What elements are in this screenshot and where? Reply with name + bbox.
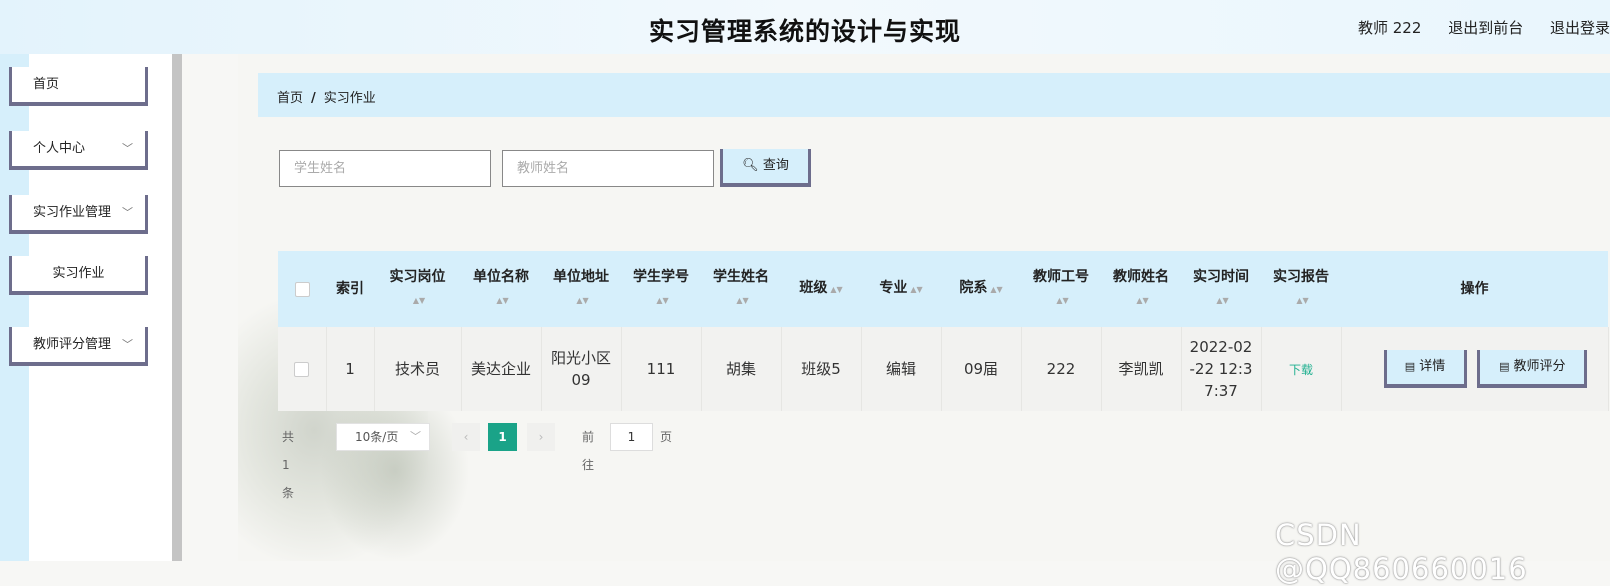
cell-time: 2022-02-22 12:37:37 bbox=[1181, 327, 1262, 411]
cell-student-no: 111 bbox=[621, 327, 702, 411]
pagination-total: 共 1 条 bbox=[282, 430, 295, 500]
page-size-select[interactable]: 10条/页 ﹀ bbox=[336, 423, 430, 451]
sort-icon[interactable]: ▲▼ bbox=[830, 285, 842, 294]
teacher-rating-button[interactable]: ▤ 教师评分 bbox=[1477, 350, 1588, 388]
sidebar-item-label: 首页 bbox=[33, 77, 60, 92]
goto-prefix: 前往 bbox=[582, 430, 595, 472]
column-header[interactable]: 专业 ▲▼ bbox=[861, 251, 941, 327]
cell-department: 09届 bbox=[941, 327, 1022, 411]
breadcrumb-separator: / bbox=[311, 91, 316, 106]
page-number-current[interactable]: 1 bbox=[488, 423, 517, 451]
back-to-front-link[interactable]: 退出到前台 bbox=[1448, 19, 1523, 37]
column-header: 索引 bbox=[326, 251, 374, 327]
column-header[interactable]: 学生学号▲▼ bbox=[621, 251, 701, 327]
sort-icon[interactable]: ▲▼ bbox=[1296, 296, 1308, 305]
chevron-down-icon: ﹀ bbox=[410, 430, 421, 443]
sidebar-item-home[interactable]: 首页 bbox=[9, 67, 148, 106]
teacher-name-input[interactable] bbox=[502, 150, 714, 187]
chevron-left-icon: ‹ bbox=[463, 430, 469, 444]
watermark-text: CSDN @QQ860660016 bbox=[1275, 518, 1528, 586]
cell-major: 编辑 bbox=[861, 327, 942, 411]
column-header[interactable]: 院系 ▲▼ bbox=[941, 251, 1021, 327]
user-label: 教师 222 bbox=[1358, 19, 1422, 37]
cell-company: 美达企业 bbox=[461, 327, 542, 411]
chevron-down-icon: ﹀ bbox=[122, 206, 133, 219]
next-page-button[interactable]: › bbox=[527, 423, 555, 451]
cell-student-name: 胡集 bbox=[701, 327, 782, 411]
logout-link[interactable]: 退出登录 bbox=[1550, 19, 1610, 37]
cell-report: 下载 bbox=[1261, 327, 1342, 411]
table-row: 1 技术员 美达企业 阳光小区09 111 胡集 班级5 编辑 09届 222 … bbox=[278, 327, 1609, 411]
select-all-checkbox[interactable] bbox=[294, 281, 310, 297]
sidebar-item-teacher-rating-mgmt[interactable]: 教师评分管理 ﹀ bbox=[9, 327, 148, 366]
column-header: 操作 bbox=[1341, 251, 1608, 327]
sort-icon[interactable]: ▲▼ bbox=[1216, 296, 1228, 305]
sidebar-item-label: 实习作业管理 bbox=[33, 205, 112, 220]
column-header[interactable]: 学生姓名▲▼ bbox=[701, 251, 781, 327]
search-button-label: 查询 bbox=[762, 158, 789, 173]
goto-page-input[interactable] bbox=[610, 423, 653, 451]
sidebar-item-label: 教师评分管理 bbox=[33, 337, 112, 352]
homework-table: 索引 实习岗位 ▲▼ 单位名称▲▼ 单位地址▲▼ 学生学号▲▼ 学生姓名▲▼ 班级… bbox=[278, 251, 1609, 411]
document-icon: ▤ bbox=[1404, 360, 1416, 373]
cell-teacher-no: 222 bbox=[1021, 327, 1102, 411]
chevron-down-icon: ﹀ bbox=[122, 142, 133, 155]
breadcrumb-current: 实习作业 bbox=[323, 91, 376, 106]
sort-icon[interactable]: ▲▼ bbox=[1136, 296, 1148, 305]
column-header[interactable]: 实习时间▲▼ bbox=[1181, 251, 1261, 327]
sort-icon[interactable]: ▲▼ bbox=[496, 296, 508, 305]
column-header[interactable]: 班级 ▲▼ bbox=[781, 251, 861, 327]
top-header: 实习管理系统的设计与实现 教师 222 退出到前台 退出登录 bbox=[0, 0, 1610, 54]
cell-actions: ▤ 详情 ▤ 教师评分 bbox=[1341, 327, 1609, 411]
row-checkbox[interactable] bbox=[294, 362, 310, 377]
sidebar-subitem-internship-homework[interactable]: 实习作业 bbox=[9, 256, 148, 295]
column-header[interactable]: 单位地址▲▼ bbox=[541, 251, 621, 327]
table-header-row: 索引 实习岗位 ▲▼ 单位名称▲▼ 单位地址▲▼ 学生学号▲▼ 学生姓名▲▼ 班级… bbox=[278, 251, 1608, 327]
sidebar-item-label: 实习作业 bbox=[52, 266, 105, 281]
cell-address: 阳光小区09 bbox=[541, 327, 622, 411]
column-header[interactable]: 实习岗位 ▲▼ bbox=[374, 251, 461, 327]
column-header[interactable]: 单位名称▲▼ bbox=[461, 251, 541, 327]
row-checkbox-cell bbox=[278, 327, 327, 411]
detail-button[interactable]: ▤ 详情 bbox=[1383, 350, 1467, 388]
sort-icon[interactable]: ▲▼ bbox=[990, 285, 1002, 294]
sort-icon[interactable]: ▲▼ bbox=[910, 285, 922, 294]
prev-page-button[interactable]: ‹ bbox=[452, 423, 480, 451]
header-links: 教师 222 退出到前台 退出登录 bbox=[1336, 17, 1610, 38]
sidebar-item-personal-center[interactable]: 个人中心 ﹀ bbox=[9, 131, 148, 170]
sidebar-item-label: 个人中心 bbox=[33, 141, 86, 156]
breadcrumb-home[interactable]: 首页 bbox=[277, 91, 303, 106]
sort-icon[interactable]: ▲▼ bbox=[656, 296, 668, 305]
chevron-right-icon: › bbox=[538, 430, 544, 444]
goto-suffix: 页 bbox=[660, 430, 673, 444]
sort-icon[interactable]: ▲▼ bbox=[736, 296, 748, 305]
student-name-input[interactable] bbox=[279, 150, 491, 187]
search-icon: 🔍︎ bbox=[742, 158, 759, 173]
column-header[interactable]: 教师姓名▲▼ bbox=[1101, 251, 1181, 327]
cell-class: 班级5 bbox=[781, 327, 862, 411]
cell-teacher-name: 李凯凯 bbox=[1101, 327, 1182, 411]
search-button[interactable]: 🔍︎ 查询 bbox=[720, 149, 811, 187]
column-header[interactable]: 教师工号▲▼ bbox=[1021, 251, 1101, 327]
sort-icon[interactable]: ▲▼ bbox=[576, 296, 588, 305]
sidebar-item-internship-homework-mgmt[interactable]: 实习作业管理 ﹀ bbox=[9, 195, 148, 234]
cell-position: 技术员 bbox=[374, 327, 462, 411]
cell-index: 1 bbox=[326, 327, 375, 411]
sort-icon[interactable]: ▲▼ bbox=[1056, 296, 1068, 305]
sidebar-scrollbar[interactable] bbox=[172, 54, 182, 561]
download-link[interactable]: 下载 bbox=[1289, 363, 1313, 377]
select-all-checkbox-cell bbox=[278, 251, 326, 327]
breadcrumb: 首页 / 实习作业 bbox=[258, 73, 1610, 117]
document-icon: ▤ bbox=[1499, 360, 1510, 373]
column-header[interactable]: 实习报告▲▼ bbox=[1261, 251, 1341, 327]
chevron-down-icon: ﹀ bbox=[122, 338, 133, 351]
sort-icon[interactable]: ▲▼ bbox=[413, 296, 425, 305]
